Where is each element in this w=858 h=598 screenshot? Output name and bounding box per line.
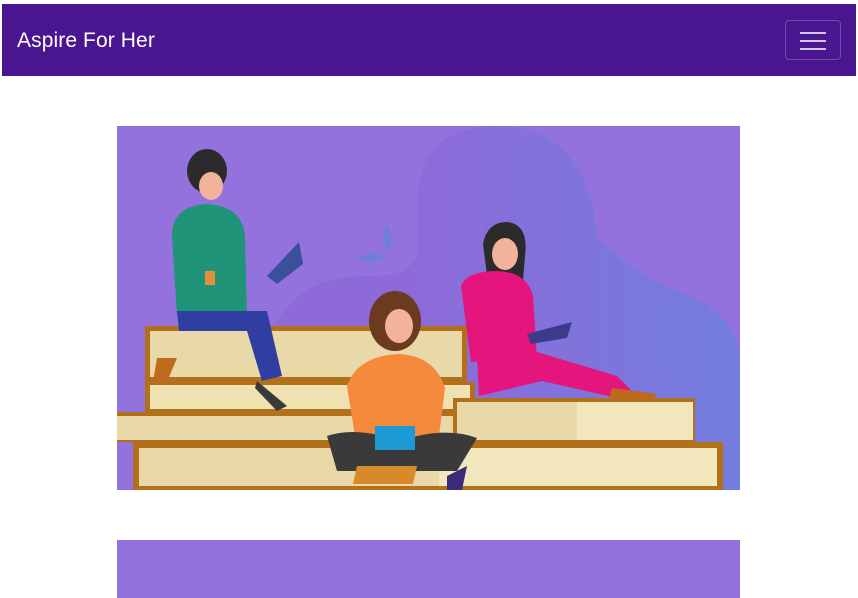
women-reading-illustration (117, 126, 740, 490)
brand-link[interactable]: Aspire For Her (17, 29, 155, 53)
navbar-toggler-button[interactable] (785, 20, 841, 60)
hero-illustration (117, 126, 740, 490)
second-card-banner (117, 540, 740, 598)
top-navbar: Aspire For Her (2, 4, 856, 76)
